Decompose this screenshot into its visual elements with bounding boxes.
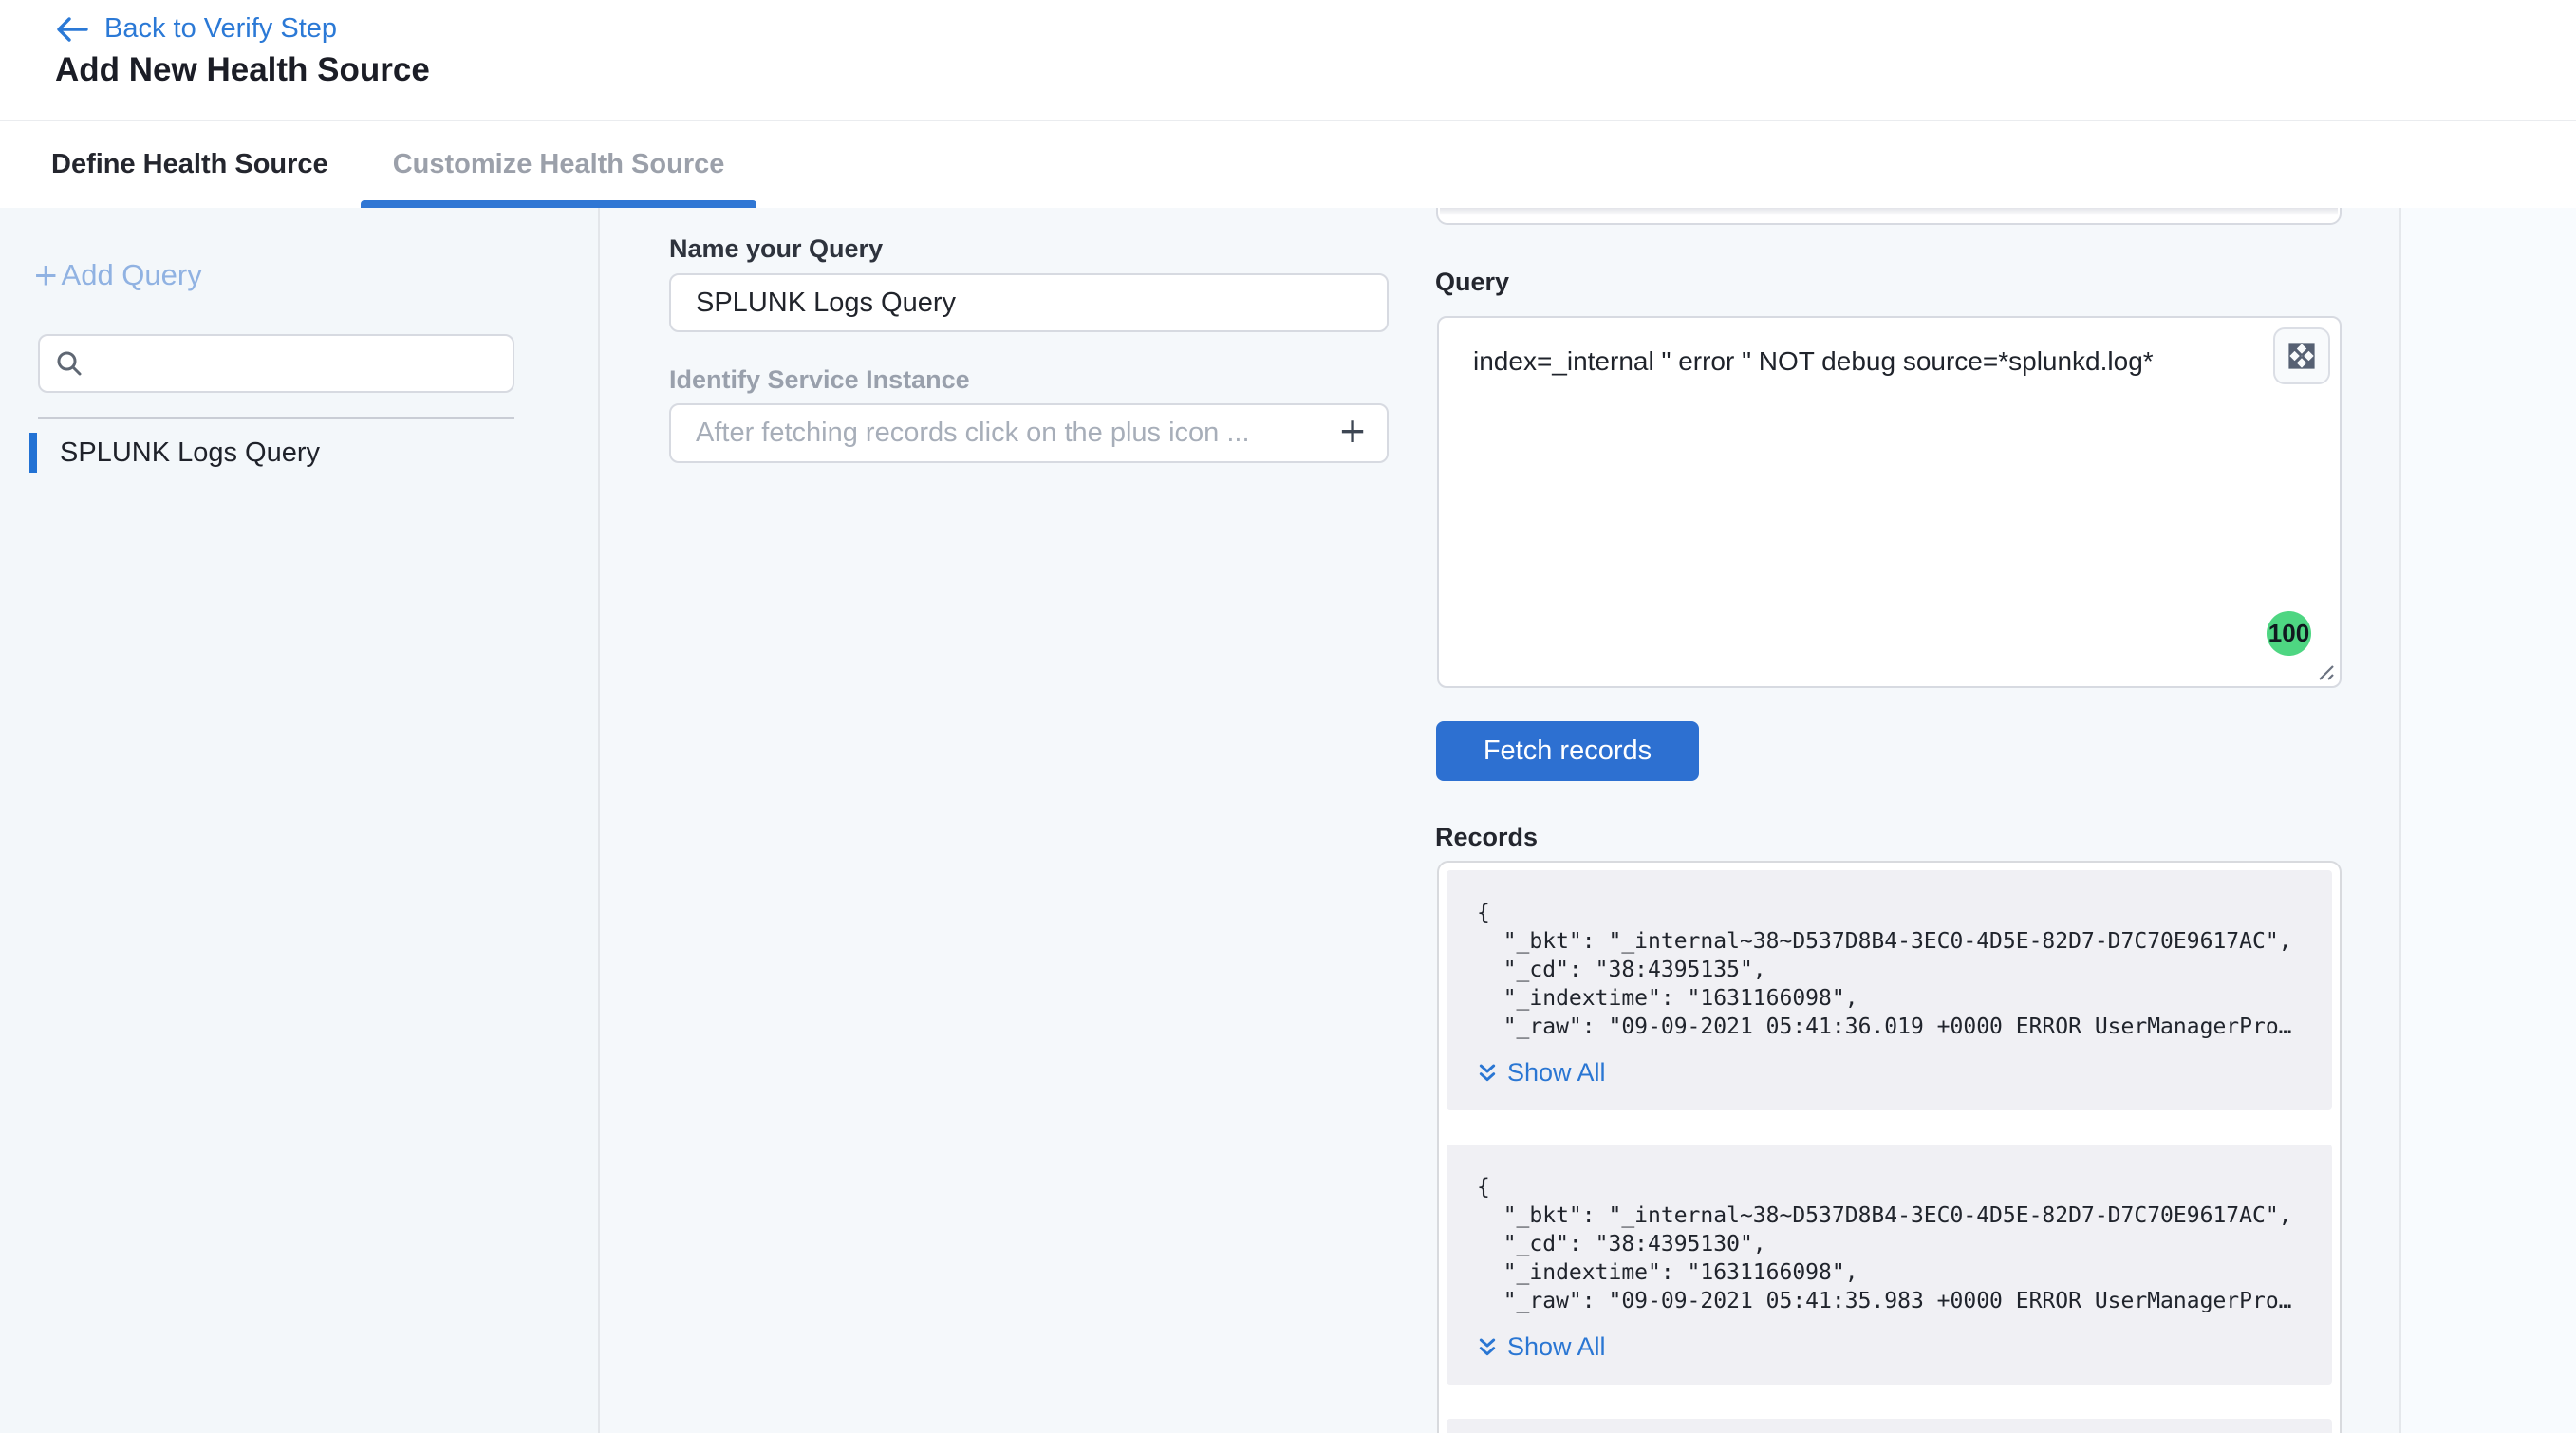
record-json: { "_bkt": "_internal~38~D537D8B4-3EC0-4D… xyxy=(1477,899,2302,1041)
query-label: Query xyxy=(1435,268,1509,297)
query-search-box[interactable] xyxy=(38,334,514,393)
record-count-badge: 100 xyxy=(2267,611,2311,656)
sidebar-divider xyxy=(38,417,514,419)
back-link[interactable]: Back to Verify Step xyxy=(55,13,337,45)
record-card xyxy=(1447,1419,2332,1433)
query-editor: index=_internal " error " NOT debug sour… xyxy=(1437,316,2342,688)
show-all-link[interactable]: Show All xyxy=(1477,1332,2302,1362)
name-query-label: Name your Query xyxy=(669,234,883,264)
expand-icon xyxy=(2287,341,2317,371)
record-json: { "_bkt": "_internal~38~D537D8B4-3EC0-4D… xyxy=(1477,1173,2302,1315)
search-icon xyxy=(55,349,84,378)
content-area: + Add Query SPLUNK Logs Query Name your … xyxy=(0,208,2576,1433)
back-link-label: Back to Verify Step xyxy=(104,13,337,45)
record-card: { "_bkt": "_internal~38~D537D8B4-3EC0-4D… xyxy=(1447,1145,2332,1385)
arrow-left-icon xyxy=(55,15,89,44)
query-name-input[interactable] xyxy=(669,273,1389,332)
add-query-button[interactable]: + Add Query xyxy=(34,255,202,295)
tab-customize-health-source[interactable]: Customize Health Source xyxy=(361,121,757,208)
service-instance-label: Identify Service Instance xyxy=(669,365,970,395)
record-card: { "_bkt": "_internal~38~D537D8B4-3EC0-4D… xyxy=(1447,870,2332,1110)
add-query-label: Add Query xyxy=(62,258,202,292)
query-search-input[interactable] xyxy=(95,348,497,379)
clipped-input-above[interactable] xyxy=(1436,208,2342,225)
service-instance-input[interactable] xyxy=(671,405,1318,461)
right-gutter xyxy=(2399,208,2576,1433)
double-chevron-down-icon xyxy=(1477,1336,1498,1359)
selected-indicator-bar xyxy=(29,433,37,473)
plus-icon: + xyxy=(34,255,58,295)
show-all-link[interactable]: Show All xyxy=(1477,1058,2302,1088)
query-item-label: SPLUNK Logs Query xyxy=(60,437,320,469)
expand-button[interactable] xyxy=(2273,327,2330,384)
page-header: Back to Verify Step Add New Health Sourc… xyxy=(0,0,2576,120)
query-text[interactable]: index=_internal " error " NOT debug sour… xyxy=(1473,343,2235,380)
query-sidebar: + Add Query SPLUNK Logs Query xyxy=(0,208,600,1433)
fetch-records-button[interactable]: Fetch records xyxy=(1436,721,1699,781)
page-title: Add New Health Source xyxy=(55,51,430,89)
tab-define-health-source[interactable]: Define Health Source xyxy=(19,121,361,208)
query-list-item-splunk-logs-query[interactable]: SPLUNK Logs Query xyxy=(29,433,320,473)
show-all-label: Show All xyxy=(1507,1058,1606,1088)
query-form-column: Name your Query Identify Service Instanc… xyxy=(602,208,1407,1433)
records-label: Records xyxy=(1435,823,1538,852)
app-root: Back to Verify Step Add New Health Sourc… xyxy=(0,0,2576,1433)
service-instance-field: + xyxy=(669,403,1389,463)
plus-icon[interactable]: + xyxy=(1318,409,1387,458)
tab-bar: Define Health Source Customize Health So… xyxy=(0,120,2576,208)
query-detail-column: Query index=_internal " error " NOT debu… xyxy=(1407,208,2399,1433)
records-container: { "_bkt": "_internal~38~D537D8B4-3EC0-4D… xyxy=(1437,861,2342,1433)
show-all-label: Show All xyxy=(1507,1332,1606,1362)
double-chevron-down-icon xyxy=(1477,1062,1498,1085)
resize-handle-icon[interactable] xyxy=(2308,655,2337,683)
